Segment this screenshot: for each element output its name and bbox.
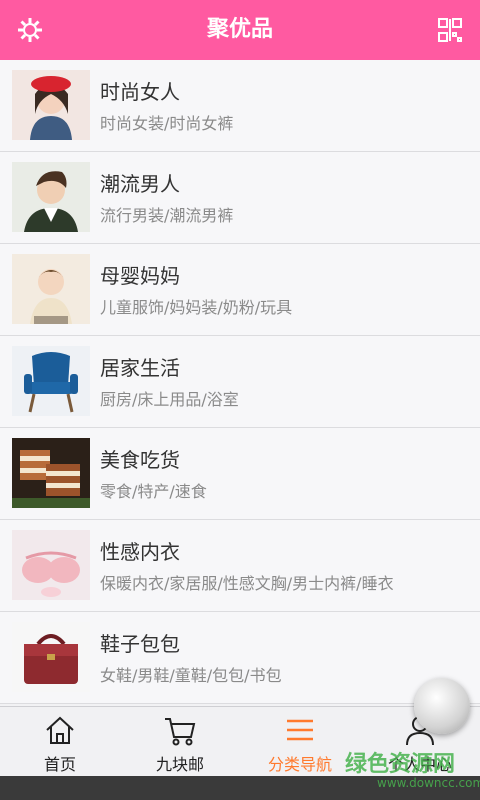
category-name: 时尚女人: [100, 80, 180, 104]
watermark-text: 绿色资源网: [345, 752, 456, 777]
category-row-food[interactable]: 美食吃货 零食/特产/速食: [0, 428, 480, 520]
category-list[interactable]: 时尚女人 时尚女装/时尚女裤 潮流男人 流行男装/潮流男裤 母婴妈妈 儿童服饰/…: [0, 60, 480, 706]
floating-assist-button[interactable]: [414, 678, 470, 734]
category-sub: 儿童服饰/妈妈装/奶粉/玩具: [100, 298, 293, 317]
category-sub: 厨房/床上用品/浴室: [100, 390, 239, 409]
tab-category-nav[interactable]: 分类导航: [240, 707, 360, 777]
child-photo: [12, 254, 90, 324]
tab-label: 分类导航: [267, 755, 332, 774]
category-row-underwear[interactable]: 性感内衣 保暖内衣/家居服/性感文胸/男士内裤/睡衣: [0, 520, 480, 612]
category-name: 鞋子包包: [100, 632, 180, 656]
app-title: 聚优品: [206, 17, 273, 42]
watermark-url: www.downcc.com: [377, 776, 480, 790]
category-sub: 零食/特产/速食: [100, 482, 207, 501]
category-row-home[interactable]: 居家生活 厨房/床上用品/浴室: [0, 336, 480, 428]
armchair-photo: [12, 346, 90, 416]
category-name: 居家生活: [100, 356, 180, 380]
category-name: 母婴妈妈: [100, 264, 180, 288]
tab-home[interactable]: 首页: [0, 707, 120, 777]
top-bar: 聚优品: [0, 0, 480, 60]
category-sub: 保暖内衣/家居服/性感文胸/男士内裤/睡衣: [100, 574, 394, 593]
category-sub: 女鞋/男鞋/童鞋/包包/书包: [100, 666, 282, 685]
cake-photo: [12, 438, 90, 508]
category-name: 性感内衣: [100, 540, 180, 564]
cart-icon: [163, 713, 197, 747]
category-row-men[interactable]: 潮流男人 流行男装/潮流男裤: [0, 152, 480, 244]
category-sub: 时尚女装/时尚女裤: [100, 114, 234, 133]
tab-nine-yuan[interactable]: 九块邮: [120, 707, 240, 777]
handbag-photo: [12, 622, 90, 692]
tab-label: 首页: [43, 755, 76, 774]
bra-photo: [12, 530, 90, 600]
tab-label: 九块邮: [155, 755, 204, 774]
man-photo: [12, 162, 90, 232]
category-row-women[interactable]: 时尚女人 时尚女装/时尚女裤: [0, 60, 480, 152]
category-sub: 流行男装/潮流男裤: [100, 206, 234, 225]
category-row-baby[interactable]: 母婴妈妈 儿童服饰/妈妈装/奶粉/玩具: [0, 244, 480, 336]
qr-scan-icon[interactable]: [436, 16, 464, 44]
home-icon: [43, 713, 77, 747]
category-name: 美食吃货: [100, 448, 180, 472]
menu-icon: [283, 713, 317, 747]
category-row-shoes-bags[interactable]: 鞋子包包 女鞋/男鞋/童鞋/包包/书包: [0, 612, 480, 704]
woman-photo: [12, 70, 90, 140]
category-name: 潮流男人: [100, 172, 180, 196]
